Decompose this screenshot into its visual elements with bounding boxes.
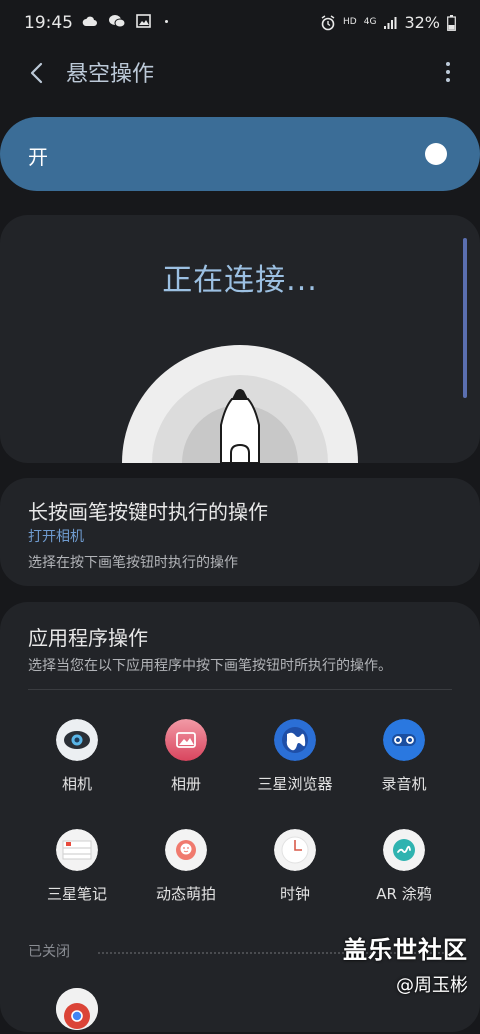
s-pen-illustration bbox=[122, 345, 358, 463]
wechat-icon bbox=[109, 15, 126, 28]
notes-icon bbox=[56, 829, 98, 871]
back-button[interactable] bbox=[22, 58, 52, 88]
gallery-icon bbox=[165, 719, 207, 761]
app-item-camera[interactable]: 相机 bbox=[22, 719, 132, 794]
network-type: 4G bbox=[363, 17, 377, 27]
battery-percent: 32% bbox=[404, 13, 440, 32]
clock-icon bbox=[274, 829, 316, 871]
chrome-icon[interactable] bbox=[56, 988, 98, 1030]
closed-section-label: 已关闭 bbox=[28, 944, 70, 960]
status-time: 19:45 bbox=[24, 13, 73, 33]
app-item-voice-recorder[interactable]: 录音机 bbox=[349, 719, 459, 794]
status-right: HD 4G 32% bbox=[320, 13, 456, 32]
hd-indicator: HD bbox=[343, 17, 357, 27]
watermark-author: @周玉彬 bbox=[396, 975, 468, 996]
app-item-gallery[interactable]: 相册 bbox=[131, 719, 241, 794]
long-press-setting[interactable]: 长按画笔按键时执行的操作 打开相机 选择在按下画笔按钮时执行的操作 bbox=[0, 478, 480, 586]
app-label-internet: 三星浏览器 bbox=[257, 775, 333, 793]
app-item-ar-doodle[interactable]: AR 涂鸦 bbox=[349, 829, 459, 904]
app-item-clock[interactable]: 时钟 bbox=[240, 829, 350, 904]
app-item-notes[interactable]: 三星笔记 bbox=[22, 829, 132, 904]
toggle-switch[interactable] bbox=[425, 143, 447, 165]
app-item-internet[interactable]: 三星浏览器 bbox=[240, 719, 350, 794]
app-label-ar-doodle: AR 涂鸦 bbox=[376, 885, 432, 903]
ar-doodle-icon bbox=[383, 829, 425, 871]
internet-icon bbox=[274, 719, 316, 761]
app-label-ar-emoji: 动态萌拍 bbox=[155, 885, 216, 903]
voice-recorder-icon bbox=[383, 719, 425, 761]
app-label-voice-recorder: 录音机 bbox=[381, 775, 427, 793]
alarm-icon bbox=[321, 14, 335, 30]
more-options-icon[interactable] bbox=[442, 59, 454, 85]
watermark: 盖乐世社区 @周玉彬 bbox=[343, 930, 468, 997]
connecting-status: 正在连接... bbox=[162, 263, 318, 298]
image-icon bbox=[136, 14, 151, 28]
long-press-value: 打开相机 bbox=[28, 529, 84, 545]
app-label-camera: 相机 bbox=[61, 775, 92, 793]
app-item-ar-emoji[interactable]: 动态萌拍 bbox=[131, 829, 241, 904]
dot-icon bbox=[165, 19, 168, 23]
app-label-gallery: 相册 bbox=[170, 775, 201, 793]
app-bar: 悬空操作 bbox=[0, 50, 480, 94]
long-press-description: 选择在按下画笔按钮时执行的操作 bbox=[28, 555, 238, 571]
battery-icon bbox=[447, 14, 456, 31]
master-switch-label: 开 bbox=[28, 145, 48, 169]
notification-icons bbox=[82, 14, 168, 28]
signal-icon bbox=[384, 16, 397, 29]
status-bar: 19:45 HD 4G 32% bbox=[0, 0, 480, 44]
connection-card: 正在连接... bbox=[0, 215, 480, 463]
master-switch-bar[interactable]: 开 bbox=[0, 117, 480, 191]
app-label-notes: 三星笔记 bbox=[46, 885, 107, 903]
watermark-title: 盖乐世社区 bbox=[343, 936, 468, 964]
app-actions-description: 选择当您在以下应用程序中按下画笔按钮时所执行的操作。 bbox=[28, 658, 392, 674]
app-label-clock: 时钟 bbox=[279, 885, 310, 903]
app-actions-title: 应用程序操作 bbox=[28, 626, 148, 650]
divider bbox=[28, 689, 452, 690]
cloud-icon bbox=[82, 16, 97, 26]
page-title: 悬空操作 bbox=[66, 62, 155, 87]
camera-icon bbox=[56, 719, 98, 761]
ar-emoji-icon bbox=[165, 829, 207, 871]
long-press-title: 长按画笔按键时执行的操作 bbox=[28, 500, 268, 524]
scrollbar[interactable] bbox=[463, 238, 467, 398]
